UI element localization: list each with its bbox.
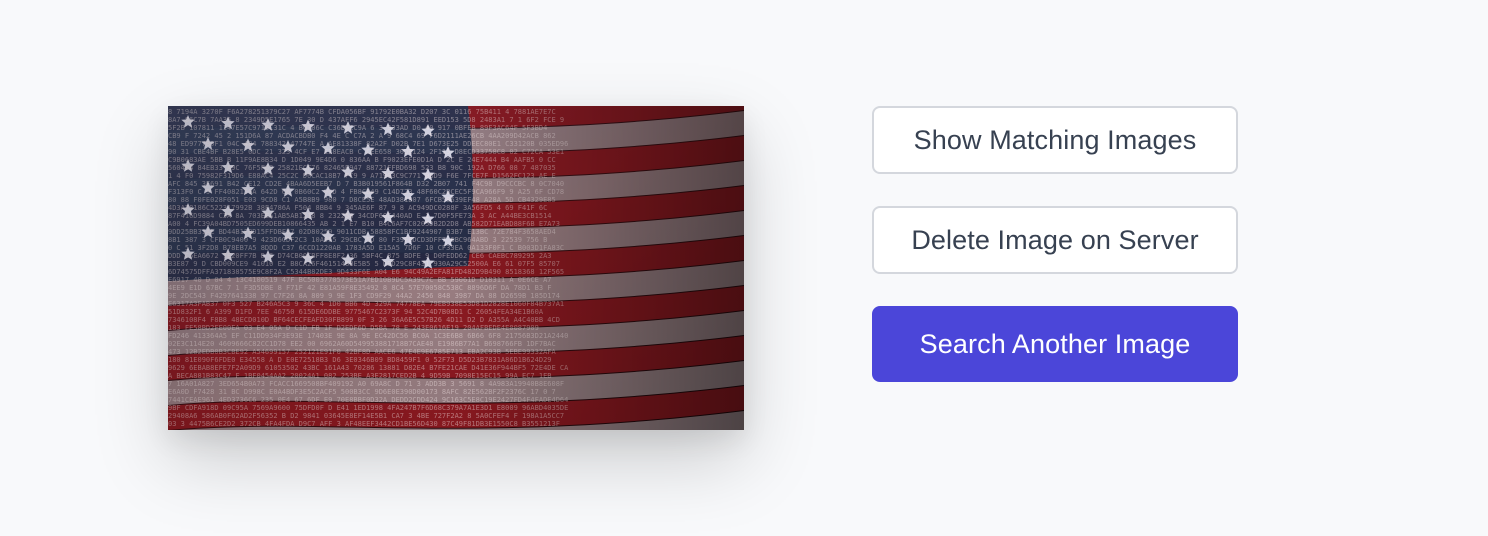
delete-image-button[interactable]: Delete Image on Server <box>872 206 1238 274</box>
american-flag-digital-image: 8 7194A 3270F F6A278251379C27 AF7774B CF… <box>168 106 744 430</box>
show-matching-images-button[interactable]: Show Matching Images <box>872 106 1238 174</box>
image-actions: Show Matching Images Delete Image on Ser… <box>872 106 1238 382</box>
search-another-image-button[interactable]: Search Another Image <box>872 306 1238 382</box>
uploaded-image-preview: 8 7194A 3270F F6A278251379C27 AF7774B CF… <box>168 106 744 430</box>
page: 8 7194A 3270F F6A278251379C27 AF7774B CF… <box>0 0 1488 536</box>
